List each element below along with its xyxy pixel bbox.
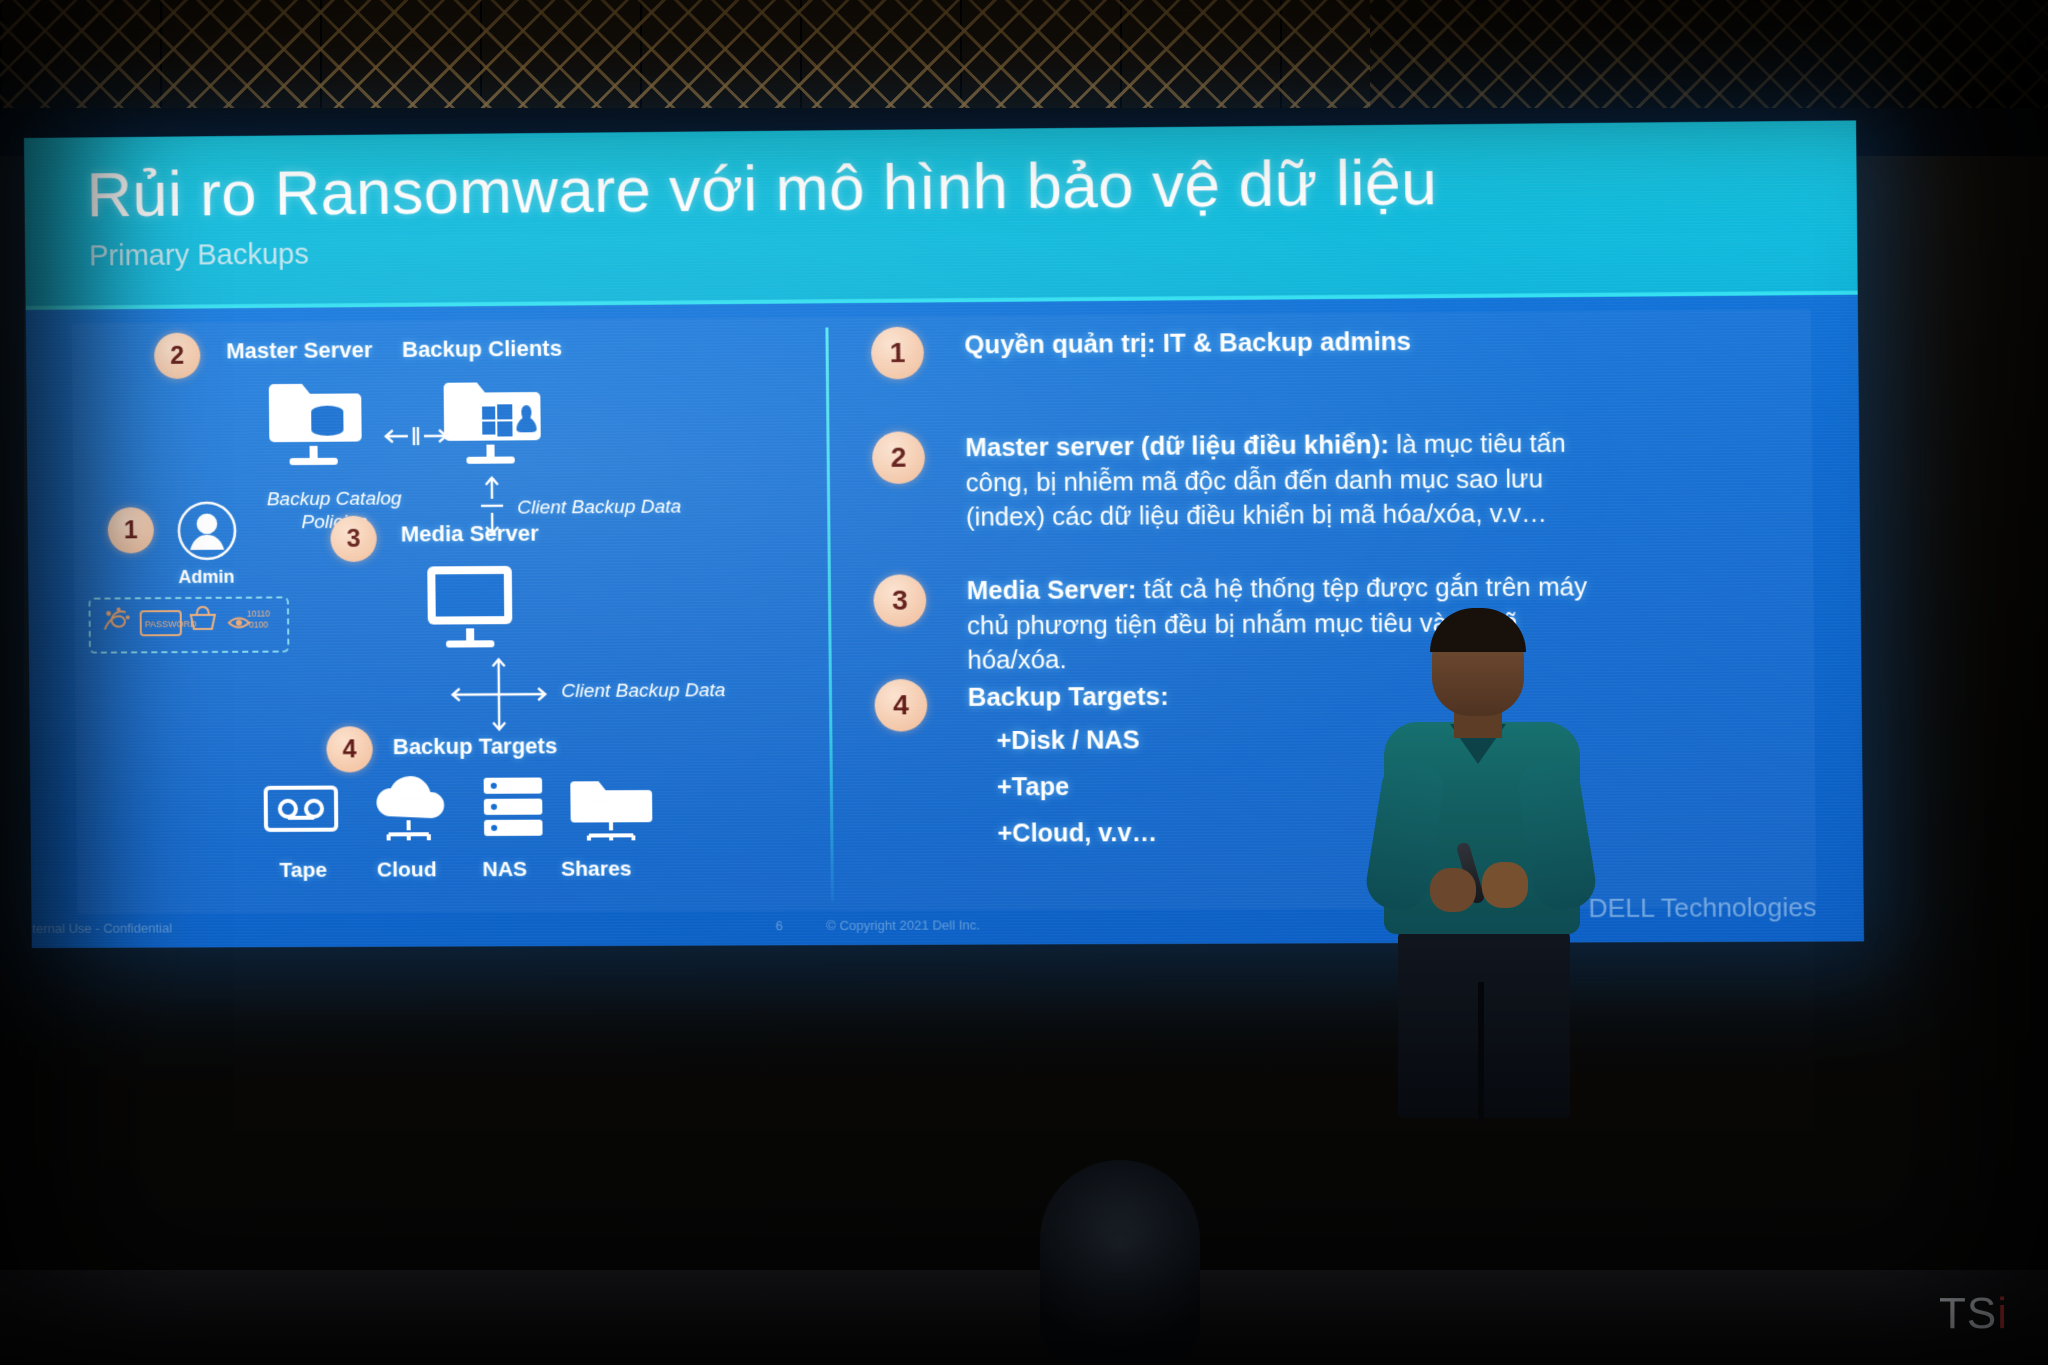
risk-item-1-rest: IT & Backup admins: [1155, 327, 1412, 359]
media-server-label: Media Server: [400, 520, 539, 547]
media-server-icon: [419, 560, 521, 653]
risk-item-4-bullet-3: +Cloud, v.v…: [997, 818, 1158, 848]
photo-scene: Rủi ro Ransomware với mô hình bảo vệ dữ …: [0, 0, 2048, 1365]
admin-user-icon: [176, 500, 239, 562]
diagram-badge-3: 3: [330, 515, 377, 563]
tsi-watermark-accent: i: [1997, 1289, 2008, 1338]
risk-badge-2: 2: [871, 431, 926, 485]
svg-text:0100: 0100: [249, 620, 268, 630]
backup-clients-label: Backup Clients: [401, 335, 563, 363]
dell-brand-logo: DELL Technologies: [1588, 891, 1817, 924]
backup-clients-icon: [439, 374, 549, 467]
cloud-icon: [366, 775, 451, 845]
speaker-legs: [1398, 928, 1570, 1118]
risk-item-2-bold: Master server (dữ liệu điều khiển):: [965, 430, 1390, 463]
speaker-leg-split: [1478, 982, 1484, 1122]
target-label-nas: NAS: [482, 857, 528, 882]
slide-title: Rủi ro Ransomware với mô hình bảo vệ dữ …: [86, 147, 1438, 231]
risk-item-2: Master server (dữ liệu điều khiển): là m…: [965, 426, 1618, 536]
risk-item-1-bold: Quyền quản trị:: [964, 329, 1156, 360]
admin-label: Admin: [178, 566, 235, 588]
stage-floor: [0, 1270, 2048, 1365]
speaker-hair: [1430, 608, 1526, 652]
audience-head-silhouette: [1040, 1160, 1200, 1365]
tsi-watermark: TSi: [1939, 1289, 2008, 1339]
four-way-arrow-icon: [448, 655, 549, 734]
svg-text:PASSWORD: PASSWORD: [145, 619, 197, 629]
target-label-shares: Shares: [560, 857, 632, 881]
shares-icon: [568, 775, 653, 842]
footer-confidential: Internal Use - Confidential: [24, 920, 173, 937]
projection-screen: Rủi ro Ransomware với mô hình bảo vệ dữ …: [24, 120, 1865, 949]
risk-item-4-bullet-1: +Disk / NAS: [996, 726, 1140, 756]
slide-subtitle: Primary Backups: [89, 238, 310, 273]
speaker-right-hand: [1482, 862, 1528, 908]
client-backup-data-label-1: Client Backup Data: [517, 496, 682, 519]
diagram-badge-4: 4: [326, 726, 373, 773]
threat-icons-row: PASSWORD 10110 0100: [96, 600, 279, 645]
target-label-tape: Tape: [279, 858, 328, 882]
diagram-badge-1: 1: [107, 507, 155, 554]
tsi-watermark-text: TS: [1938, 1289, 1998, 1338]
risk-item-4-bullet-2: +Tape: [996, 772, 1070, 802]
tape-icon: [263, 782, 340, 838]
target-label-cloud: Cloud: [376, 858, 437, 882]
risk-badge-1: 1: [870, 326, 925, 380]
master-server-label: Master Server: [226, 337, 373, 364]
speaker-person: [1362, 608, 1600, 1122]
bidirectional-link-icon: [384, 423, 449, 450]
risk-item-4-bold: Backup Targets:: [967, 682, 1169, 713]
speaker-left-hand: [1430, 868, 1476, 912]
backup-targets-label: Backup Targets: [392, 733, 558, 760]
nas-icon: [480, 775, 547, 842]
svg-text:10110: 10110: [247, 609, 270, 619]
footer-page-number: 6: [775, 918, 783, 934]
footer-copyright: © Copyright 2021 Dell Inc.: [826, 917, 981, 934]
risk-badge-3: 3: [873, 574, 927, 627]
master-server-icon: [265, 375, 370, 468]
diagram-badge-2: 2: [153, 332, 201, 379]
backup-catalog-line1: Backup Catalog: [266, 488, 402, 511]
risk-item-3-bold: Media Server:: [966, 575, 1137, 606]
risk-item-1: Quyền quản trị: IT & Backup admins: [964, 323, 1616, 363]
client-backup-data-label-2: Client Backup Data: [561, 680, 726, 703]
risk-badge-4: 4: [874, 678, 928, 732]
